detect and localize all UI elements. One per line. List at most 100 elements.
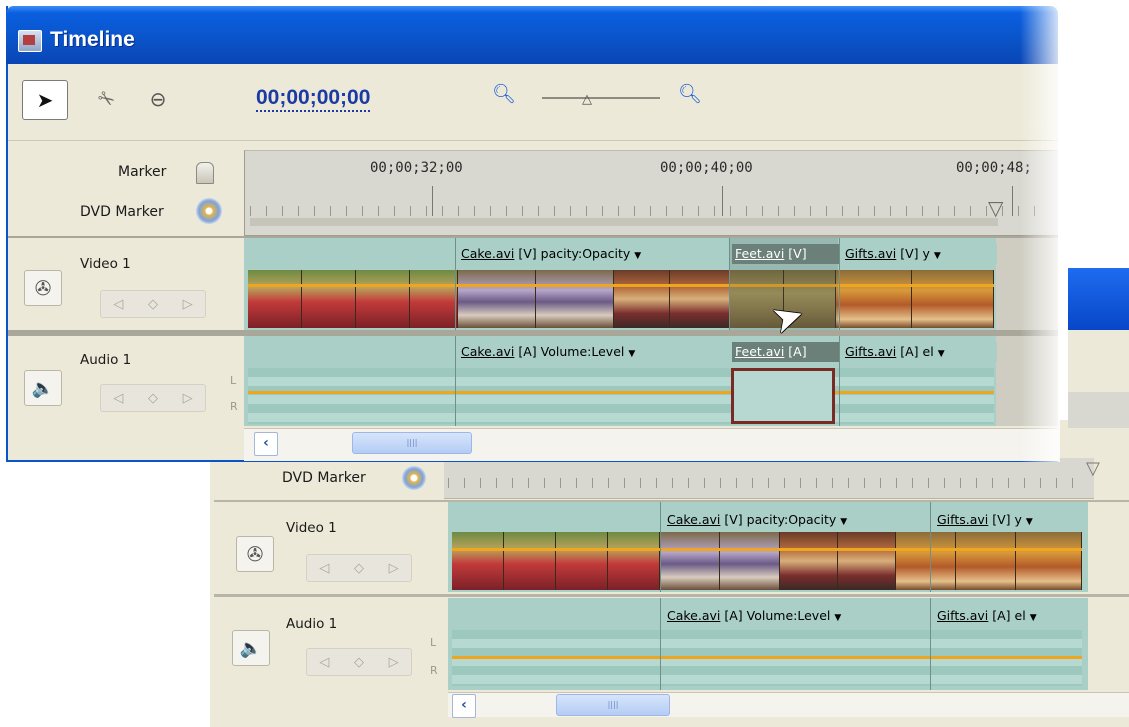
video-track-icon[interactable]: ✇ [24,270,62,306]
effect-menu-arrow-icon[interactable]: ▼ [1026,517,1033,527]
audio-clip-cake-label[interactable]: Cake.avi [A] Volume:Level ▼ [458,342,721,362]
effect-menu-arrow-icon[interactable]: ▼ [1030,613,1037,623]
audio-volume-line[interactable] [248,391,994,394]
title-bar[interactable] [6,6,1058,64]
clip-boundary [455,238,456,330]
next-keyframe-icon[interactable]: ▷ [389,655,399,670]
effect-menu-arrow-icon[interactable]: ▼ [634,251,641,261]
razor-tool-button[interactable]: ✂ [88,80,124,118]
scroll-thumb[interactable]: |||| [352,432,472,454]
back-video-clip-gifts-label[interactable]: Gifts.avi [V] y ▼ [934,510,1087,530]
effect-menu-arrow-icon[interactable]: ▼ [840,517,847,527]
ruler-work-area-bar[interactable] [250,218,998,226]
window-icon [18,30,42,52]
film-reel-icon: ✇ [246,542,264,566]
next-keyframe-icon[interactable]: ▷ [389,561,399,576]
audio-clip-gifts-label[interactable]: Gifts.avi [A] el ▼ [842,342,997,362]
clip-boundary [729,238,730,330]
work-area-end-marker[interactable]: ▽ [988,196,1003,220]
audio-left-channel: L [230,374,237,387]
clip-boundary [839,336,840,426]
window-right-fade [1020,6,1060,462]
video-keyframe-nav[interactable]: ◁ ◇ ▷ [100,290,206,318]
zoom-slider-track[interactable] [542,97,660,99]
video-clip-gifts-label[interactable]: Gifts.avi [V] y ▼ [842,244,997,264]
scroll-left-icon[interactable]: ‹ [254,432,278,456]
speaker-icon: 🔈 [31,377,55,399]
back-clip-boundary [660,598,661,690]
prev-keyframe-icon[interactable]: ◁ [319,561,329,576]
zoom-out-icon[interactable]: 🔍︎ [492,82,520,110]
back-audio-right-channel: R [430,664,438,677]
prev-keyframe-icon[interactable]: ◁ [113,297,123,312]
back-scrollbar-track[interactable] [448,692,1129,717]
video-thumbnails [248,270,994,328]
prev-keyframe-icon[interactable]: ◁ [113,391,123,406]
clip-boundary [839,238,840,330]
audio-clip-feet-label[interactable]: Feet.avi [A] [732,342,839,362]
ruler-ticks [250,206,1040,216]
back-audio-track-name: Audio 1 [286,616,338,632]
back-video-track-icon[interactable]: ✇ [236,536,274,572]
clip-boundary [455,336,456,426]
audio-right-channel: R [230,400,238,413]
effect-menu-arrow-icon[interactable]: ▼ [628,349,635,359]
audio-waveform-band [248,368,994,424]
zoom-tool-button[interactable]: ⊖ [138,80,178,118]
add-keyframe-icon[interactable]: ◇ [148,297,158,312]
marker-icon[interactable] [196,162,214,184]
back-audio-left-channel: L [430,636,437,649]
arrow-cursor-icon: ➤ [36,88,54,112]
prev-keyframe-icon[interactable]: ◁ [319,655,329,670]
dvd-marker-label: DVD Marker [80,204,164,220]
zoom-in-icon[interactable]: 🔍︎ [678,82,706,110]
back-audio-clip-cake-label[interactable]: Cake.avi [A] Volume:Level ▼ [664,606,921,626]
back-video-thumbnails [452,532,1082,590]
audio-track-name: Audio 1 [80,352,132,368]
window-title: Timeline [50,28,135,51]
back-window-ruler-top [1068,392,1129,428]
ruler-timecode: 00;00;32;00 [370,160,463,176]
back-window-titlebar [1068,268,1129,330]
zoom-slider-handle[interactable]: △ [582,92,592,107]
effect-menu-arrow-icon[interactable]: ▼ [938,349,945,359]
video-clip-cake-label[interactable]: Cake.avi [V] pacity:Opacity ▼ [458,244,729,264]
next-keyframe-icon[interactable]: ▷ [183,391,193,406]
zoom-tool-icon: ⊖ [149,87,167,111]
back-audio-clip-gifts-label[interactable]: Gifts.avi [A] el ▼ [934,606,1087,626]
video-clip-feet-label[interactable]: Feet.avi [V] [732,244,839,264]
video-track-name: Video 1 [80,256,131,272]
back-video-keyframe-nav[interactable]: ◁ ◇ ▷ [306,554,412,582]
add-keyframe-icon[interactable]: ◇ [354,561,364,576]
effect-menu-arrow-icon[interactable]: ▼ [834,613,841,623]
selection-tool-button[interactable]: ➤ [22,80,68,120]
back-audio-keyframe-nav[interactable]: ◁ ◇ ▷ [306,648,412,676]
back-clip-boundary [930,598,931,690]
audio-keyframe-nav[interactable]: ◁ ◇ ▷ [100,384,206,412]
back-audio-track-icon[interactable]: 🔈 [232,630,270,666]
audio-track-icon[interactable]: 🔈 [24,370,62,406]
back-audio-volume-line[interactable] [452,656,1082,659]
back-scroll-left-icon[interactable]: ‹ [452,694,476,718]
ruler-major-tick [722,186,723,216]
back-audio-track-divider [214,594,1129,597]
video-opacity-line[interactable] [248,284,994,287]
back-video-clip-cake-label[interactable]: Cake.avi [V] pacity:Opacity ▼ [664,510,931,530]
feet-audio-clip-selected[interactable] [731,368,835,424]
add-keyframe-icon[interactable]: ◇ [354,655,364,670]
film-reel-icon: ✇ [34,276,52,300]
marker-label: Marker [118,164,167,180]
dvd-marker-icon[interactable] [196,198,222,224]
back-video-opacity-line[interactable] [452,548,1082,551]
back-ruler-end-marker[interactable]: ▽ [1086,458,1100,498]
current-time-display[interactable]: 00;00;00;00 [256,86,371,112]
next-keyframe-icon[interactable]: ▷ [183,297,193,312]
back-dvd-marker-label: DVD Marker [282,470,366,486]
back-dvd-marker-icon[interactable] [402,466,426,490]
back-scroll-thumb[interactable]: |||| [556,694,670,716]
effect-menu-arrow-icon[interactable]: ▼ [934,251,941,261]
back-window-menu-strip [1068,330,1129,392]
add-keyframe-icon[interactable]: ◇ [148,391,158,406]
speaker-icon: 🔈 [239,637,263,659]
back-ruler-ticks [448,478,1088,488]
